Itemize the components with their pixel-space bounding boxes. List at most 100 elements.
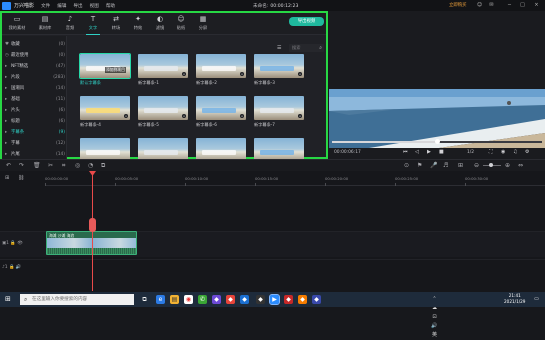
search-icon[interactable]: ⌕	[319, 44, 322, 52]
export-button[interactable]: 导出视频	[289, 17, 324, 26]
tray-icons[interactable]: ⌃ ☁ ⊡ 🔊 英	[430, 295, 439, 338]
tab-effects[interactable]: ✦ 特效	[127, 15, 149, 31]
template-card[interactable]: ↓ 新字幕条-4	[80, 96, 130, 128]
menu-help[interactable]: 帮助	[106, 3, 115, 9]
audio-mix-icon[interactable]: ⧉	[101, 162, 105, 170]
zoom-out-icon[interactable]: ⊖	[474, 162, 479, 169]
color-icon[interactable]: ◎	[75, 162, 80, 169]
zoom-in-icon[interactable]: ⊕	[505, 162, 510, 169]
tab-sticker[interactable]: ☺ 贴纸	[170, 15, 192, 31]
template-card[interactable]: ↓ 新字幕条-2	[196, 54, 246, 86]
download-icon[interactable]: ↓	[298, 72, 302, 76]
app-icon[interactable]: ◆	[226, 295, 235, 304]
sidebar-item-nft[interactable]: ▸ NFT精选 (47)	[5, 61, 65, 71]
search-input[interactable]: 搜索 ⌕	[289, 44, 324, 52]
play-icon[interactable]: ▶	[427, 149, 431, 155]
template-thumbnail[interactable]: ↓	[254, 54, 304, 78]
sidebar-item-favorites[interactable]: ♥ 收藏 (0)	[5, 39, 65, 49]
render-icon[interactable]: ⊙	[404, 162, 409, 169]
add-track-icon[interactable]: ⊞	[5, 175, 9, 181]
fit-timeline-icon[interactable]: ⇔	[518, 162, 523, 169]
template-thumbnail[interactable]: ↓	[254, 96, 304, 120]
sidebar-item-recent[interactable]: ◷ 最近使用 (0)	[5, 50, 65, 60]
link-icon[interactable]: ⛓	[18, 175, 24, 181]
marker-icon[interactable]: ⚑	[417, 162, 422, 169]
close-button[interactable]: ×	[533, 2, 540, 9]
undo-icon[interactable]: ↶	[6, 162, 11, 169]
template-thumbnail[interactable]: ↓	[138, 54, 188, 78]
tab-audio[interactable]: ♪ 音频	[59, 15, 81, 31]
app-icon[interactable]: ◆	[240, 295, 249, 304]
minimize-button[interactable]: −	[506, 2, 513, 9]
volume-icon[interactable]: ♫	[513, 149, 517, 155]
tab-text[interactable]: T 文字	[82, 15, 104, 35]
template-card[interactable]: ↓ 新字幕条-1	[138, 54, 188, 86]
template-card[interactable]: ↓ 新字幕条-6	[196, 96, 246, 128]
sidebar-item-basic[interactable]: ▸ 基础 (11)	[5, 94, 65, 104]
sidebar-item-guochao[interactable]: ▸ 国潮风 (14)	[5, 83, 65, 93]
menu-edit[interactable]: 编辑	[57, 3, 66, 9]
tab-filter[interactable]: ◐ 滤镜	[149, 15, 171, 31]
step-back-icon[interactable]: ◁	[415, 149, 419, 155]
split-clip-icon[interactable]: ✂	[48, 162, 53, 169]
tab-library[interactable]: ▤ 素材库	[34, 15, 56, 31]
taskbar-clock[interactable]: 21:41 2021/1/29	[504, 293, 525, 305]
notification-center-icon[interactable]: ▭	[532, 295, 541, 304]
redo-icon[interactable]: ↷	[19, 162, 24, 169]
tab-split[interactable]: ▦ 分屏	[192, 15, 214, 31]
template-thumbnail[interactable]: ↓	[196, 54, 246, 78]
download-icon[interactable]: ↓	[298, 114, 302, 118]
sidebar-item-clips[interactable]: ▸ 片段 (283)	[5, 72, 65, 82]
app-icon[interactable]: ◆	[212, 295, 221, 304]
preview-progress-bar[interactable]	[332, 139, 542, 144]
menu-view[interactable]: 视图	[90, 3, 99, 9]
template-card[interactable]: ↓ 新字幕条-3	[254, 54, 304, 86]
tab-my-media[interactable]: ▭ 我的素材	[6, 15, 28, 31]
audio-icon[interactable]: ♬	[443, 162, 448, 169]
task-view-icon[interactable]: ⧉	[140, 295, 149, 304]
template-card[interactable]: 添加到项目 默认字幕条	[79, 53, 131, 86]
stop-icon[interactable]: ■	[439, 149, 444, 155]
template-thumbnail[interactable]: ↓	[80, 96, 130, 120]
filmora-taskbar-icon[interactable]: ▶	[269, 294, 280, 305]
snapshot-icon[interactable]: ◉	[501, 149, 505, 155]
menu-file[interactable]: 文件	[41, 3, 50, 9]
download-icon[interactable]: ↓	[182, 114, 186, 118]
sidebar-item-caption-bar[interactable]: ▸ 字幕条 (9)	[5, 127, 65, 137]
template-card[interactable]: ↓ 新字幕条-5	[138, 96, 188, 128]
taskbar-search-input[interactable]: ⌕ 在这里输入你要搜索的内容	[20, 294, 134, 305]
windows-start-icon[interactable]: ⊞	[5, 296, 12, 303]
zoom-slider[interactable]	[483, 163, 501, 167]
download-icon[interactable]: ↓	[182, 72, 186, 76]
tab-transition[interactable]: ⇄ 转场	[105, 15, 127, 31]
sidebar-item-subtitle[interactable]: ▸ 字幕 (12)	[5, 138, 65, 148]
template-thumbnail[interactable]: ↓	[138, 96, 188, 120]
video-track-controls[interactable]: ▣1 🔒 👁	[2, 241, 23, 246]
voiceover-icon[interactable]: 🎤	[430, 162, 437, 169]
playhead-grip[interactable]	[89, 218, 96, 232]
menu-export[interactable]: 导出	[73, 3, 82, 9]
speed-icon[interactable]: ◔	[88, 162, 93, 169]
template-thumbnail[interactable]: 添加到项目	[79, 53, 131, 79]
sidebar-item-ending[interactable]: ▸ 片尾 (14)	[5, 149, 65, 159]
download-icon[interactable]: ↓	[240, 114, 244, 118]
account-icon[interactable]: ☺	[476, 2, 483, 9]
prev-frame-icon[interactable]: ⏮	[403, 149, 408, 155]
download-icon[interactable]: ↓	[124, 114, 128, 118]
buy-button[interactable]: 立即购买	[449, 2, 467, 8]
sort-icon[interactable]: ☰	[277, 45, 283, 51]
sidebar-item-opening[interactable]: ▸ 片头 (6)	[5, 105, 65, 115]
delete-icon[interactable]: 🗑	[33, 162, 41, 169]
file-explorer-icon[interactable]: ▤	[170, 295, 179, 304]
app-icon[interactable]: ◆	[298, 295, 307, 304]
app-icon[interactable]: ◆	[312, 295, 321, 304]
timeline-ruler[interactable]: 00:00:00:00 00:00:05:00 00:00:10:00 00:0…	[45, 175, 545, 186]
template-thumbnail[interactable]: ↓	[196, 96, 246, 120]
snap-icon[interactable]: ⊞	[458, 162, 463, 169]
preview-scrubber-knob[interactable]	[435, 139, 440, 144]
fullscreen-icon[interactable]: ⛶	[489, 149, 493, 155]
app-icon[interactable]: ◆	[284, 295, 293, 304]
template-card[interactable]: ↓ 新字幕条-7	[254, 96, 304, 128]
preview-ratio[interactable]: 1/2	[467, 150, 474, 155]
settings-icon[interactable]: ⚙	[525, 149, 529, 155]
